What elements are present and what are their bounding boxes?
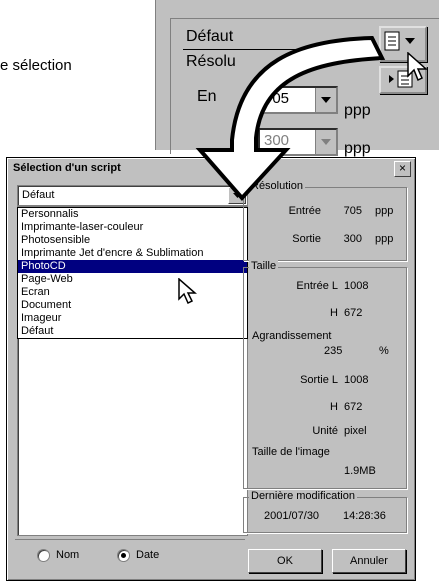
curved-arrow-graphic	[195, 35, 386, 201]
